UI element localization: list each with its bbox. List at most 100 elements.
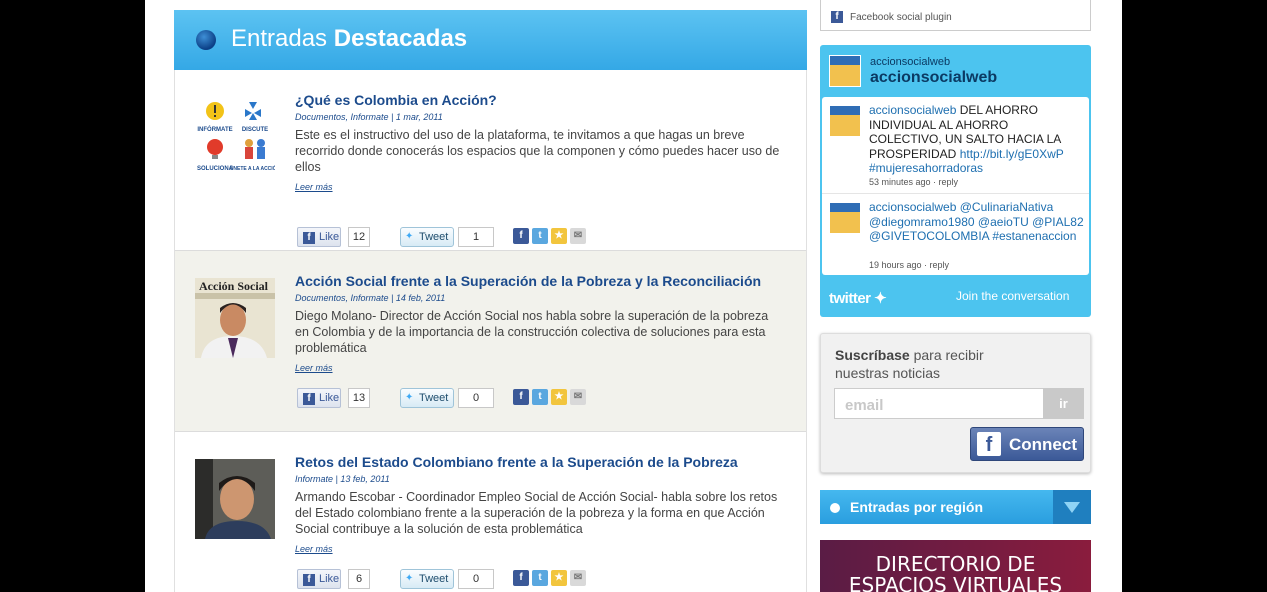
share-icons: f t ★ ✉ bbox=[513, 386, 589, 405]
svg-text:INFÓRMATE: INFÓRMATE bbox=[197, 125, 232, 133]
twitter-bird-icon: ✦ bbox=[405, 573, 414, 584]
tweet-list: accionsocialweb DEL AHORRO INDIVIDUAL AL… bbox=[822, 97, 1089, 275]
twitter-bird-icon: ✦ bbox=[405, 231, 414, 242]
twitter-logo-text: twitter bbox=[829, 290, 871, 307]
favorite-star-icon[interactable]: ★ bbox=[551, 228, 567, 244]
facebook-icon: f bbox=[303, 232, 315, 244]
connect-label: Connect bbox=[1009, 435, 1077, 454]
twitter-share-icon[interactable]: t bbox=[532, 389, 548, 405]
subscribe-box: Suscríbase para recibir nuestras noticia… bbox=[820, 333, 1091, 473]
share-icons: f t ★ ✉ bbox=[513, 225, 589, 244]
read-more-link[interactable]: Leer más bbox=[295, 182, 785, 192]
join-conversation-link[interactable]: Join the conversation bbox=[956, 289, 1069, 303]
tweet-button[interactable]: ✦ Tweet bbox=[400, 227, 454, 247]
tweet-user-link[interactable]: accionsocialweb bbox=[869, 103, 956, 117]
page: Entradas Destacadas INFÓRMATE DISCUTE SO… bbox=[145, 0, 1122, 592]
like-count: 6 bbox=[348, 569, 370, 589]
post-thumbnail[interactable] bbox=[195, 459, 275, 539]
region-label: Entradas por región bbox=[850, 499, 984, 515]
facebook-connect-button[interactable]: f Connect bbox=[970, 427, 1084, 461]
tweet-divider bbox=[822, 193, 1089, 194]
tweet-hashtag-link[interactable]: #mujeresahorradoras bbox=[869, 161, 983, 175]
read-more-link[interactable]: Leer más bbox=[295, 363, 785, 373]
featured-header: Entradas Destacadas bbox=[174, 10, 807, 70]
avatar[interactable] bbox=[829, 55, 861, 87]
facebook-like-button[interactable]: f Like bbox=[297, 388, 341, 408]
post-meta: Documentos, Informate | 14 feb, 2011 bbox=[295, 293, 446, 303]
tweet-hashtag-link[interactable]: #estanenaccion bbox=[992, 229, 1076, 243]
tweet-count: 0 bbox=[458, 569, 494, 589]
tweet-time[interactable]: 19 hours ago · reply bbox=[869, 260, 949, 270]
like-label: Like bbox=[319, 573, 340, 585]
post-excerpt: Diego Molano- Director de Acción Social … bbox=[295, 309, 769, 355]
email-share-icon[interactable]: ✉ bbox=[570, 570, 586, 586]
twitter-handle[interactable]: accionsocialweb bbox=[870, 69, 997, 87]
favorite-star-icon[interactable]: ★ bbox=[551, 570, 567, 586]
svg-text:SOLUCIONA: SOLUCIONA bbox=[197, 166, 234, 172]
tweet-url-link[interactable]: http://bit.ly/gE0XwP bbox=[960, 147, 1064, 161]
post-body: ¿Qué es Colombia en Acción? Documentos, … bbox=[295, 92, 785, 192]
facebook-icon: f bbox=[831, 11, 843, 23]
post-item: Retos del Estado Colombiano frente a la … bbox=[175, 432, 806, 592]
facebook-icon: f bbox=[977, 432, 1001, 456]
share-icons: f t ★ ✉ bbox=[513, 567, 589, 586]
read-more-link[interactable]: Leer más bbox=[295, 544, 785, 554]
region-dropdown[interactable]: Entradas por región bbox=[820, 490, 1091, 524]
chevron-down-icon[interactable] bbox=[1053, 490, 1091, 524]
subscribe-go-button[interactable]: ir bbox=[1043, 388, 1084, 419]
post-list: INFÓRMATE DISCUTE SOLUCIONA ÚNETE A LA A… bbox=[174, 70, 807, 592]
svg-text:ÚNETE A LA ACCIÓN: ÚNETE A LA ACCIÓN bbox=[230, 164, 275, 172]
post-thumbnail[interactable]: INFÓRMATE DISCUTE SOLUCIONA ÚNETE A LA A… bbox=[195, 97, 281, 177]
avatar[interactable] bbox=[829, 105, 861, 137]
social-bar: f Like 6 ✦ Tweet 0 f t ★ ✉ bbox=[297, 569, 597, 591]
favorite-star-icon[interactable]: ★ bbox=[551, 389, 567, 405]
svg-text:DISCUTE: DISCUTE bbox=[242, 127, 268, 133]
facebook-share-icon[interactable]: f bbox=[513, 570, 529, 586]
subscribe-title: Suscríbase para recibir nuestras noticia… bbox=[835, 347, 984, 381]
tweet-button[interactable]: ✦ Tweet bbox=[400, 569, 454, 589]
like-count: 13 bbox=[348, 388, 370, 408]
facebook-icon: f bbox=[303, 393, 315, 405]
post-title-link[interactable]: Retos del Estado Colombiano frente a la … bbox=[295, 454, 785, 470]
svg-text:Acción Social: Acción Social bbox=[199, 279, 269, 293]
post-item: INFÓRMATE DISCUTE SOLUCIONA ÚNETE A LA A… bbox=[175, 70, 806, 251]
post-excerpt: Armando Escobar - Coordinador Empleo Soc… bbox=[295, 490, 778, 536]
like-label: Like bbox=[319, 392, 340, 404]
tweet-label: Tweet bbox=[419, 392, 449, 404]
tweet-time[interactable]: 53 minutes ago · reply bbox=[869, 177, 958, 187]
facebook-like-button[interactable]: f Like bbox=[297, 227, 341, 247]
post-title-link[interactable]: ¿Qué es Colombia en Acción? bbox=[295, 92, 785, 108]
social-bar: f Like 13 ✦ Tweet 0 f t ★ ✉ bbox=[297, 388, 597, 410]
facebook-share-icon[interactable]: f bbox=[513, 389, 529, 405]
facebook-plugin-label[interactable]: Facebook social plugin bbox=[850, 12, 952, 23]
tweet-button[interactable]: ✦ Tweet bbox=[400, 388, 454, 408]
banner-line-2: ESPACIOS VIRTUALES bbox=[848, 573, 1063, 592]
twitter-handle-small[interactable]: accionsocialweb bbox=[870, 56, 950, 68]
email-share-icon[interactable]: ✉ bbox=[570, 228, 586, 244]
avatar[interactable] bbox=[829, 202, 861, 234]
post-body: Retos del Estado Colombiano frente a la … bbox=[295, 454, 785, 554]
featured-title: Entradas Destacadas bbox=[231, 25, 468, 52]
facebook-share-icon[interactable]: f bbox=[513, 228, 529, 244]
post-thumbnail[interactable]: Acción Social bbox=[195, 278, 275, 358]
tweet-label: Tweet bbox=[419, 573, 449, 585]
twitter-bird-icon: ✦ bbox=[874, 290, 887, 307]
directory-banner[interactable]: DIRECTORIO DE ESPACIOS VIRTUALES bbox=[820, 540, 1091, 592]
tweet-count: 0 bbox=[458, 388, 494, 408]
person-photo-thumbnail: Acción Social bbox=[195, 278, 275, 358]
email-share-icon[interactable]: ✉ bbox=[570, 389, 586, 405]
featured-section: Entradas Destacadas INFÓRMATE DISCUTE SO… bbox=[174, 10, 807, 592]
facebook-social-plugin: f Facebook social plugin bbox=[820, 0, 1091, 31]
email-input[interactable]: email bbox=[834, 388, 1044, 419]
tweet-text: accionsocialweb @CulinariaNativa @diegom… bbox=[869, 200, 1084, 244]
person-photo-thumbnail bbox=[195, 459, 275, 539]
facebook-icon: f bbox=[303, 574, 315, 586]
post-title-link[interactable]: Acción Social frente a la Superación de … bbox=[295, 273, 785, 289]
bullet-icon bbox=[830, 503, 840, 513]
twitter-share-icon[interactable]: t bbox=[532, 570, 548, 586]
tweet-user-link[interactable]: accionsocialweb bbox=[869, 200, 956, 214]
tweet-text: accionsocialweb DEL AHORRO INDIVIDUAL AL… bbox=[869, 103, 1084, 176]
twitter-share-icon[interactable]: t bbox=[532, 228, 548, 244]
twitter-logo[interactable]: twitter ✦ bbox=[829, 289, 887, 307]
facebook-like-button[interactable]: f Like bbox=[297, 569, 341, 589]
